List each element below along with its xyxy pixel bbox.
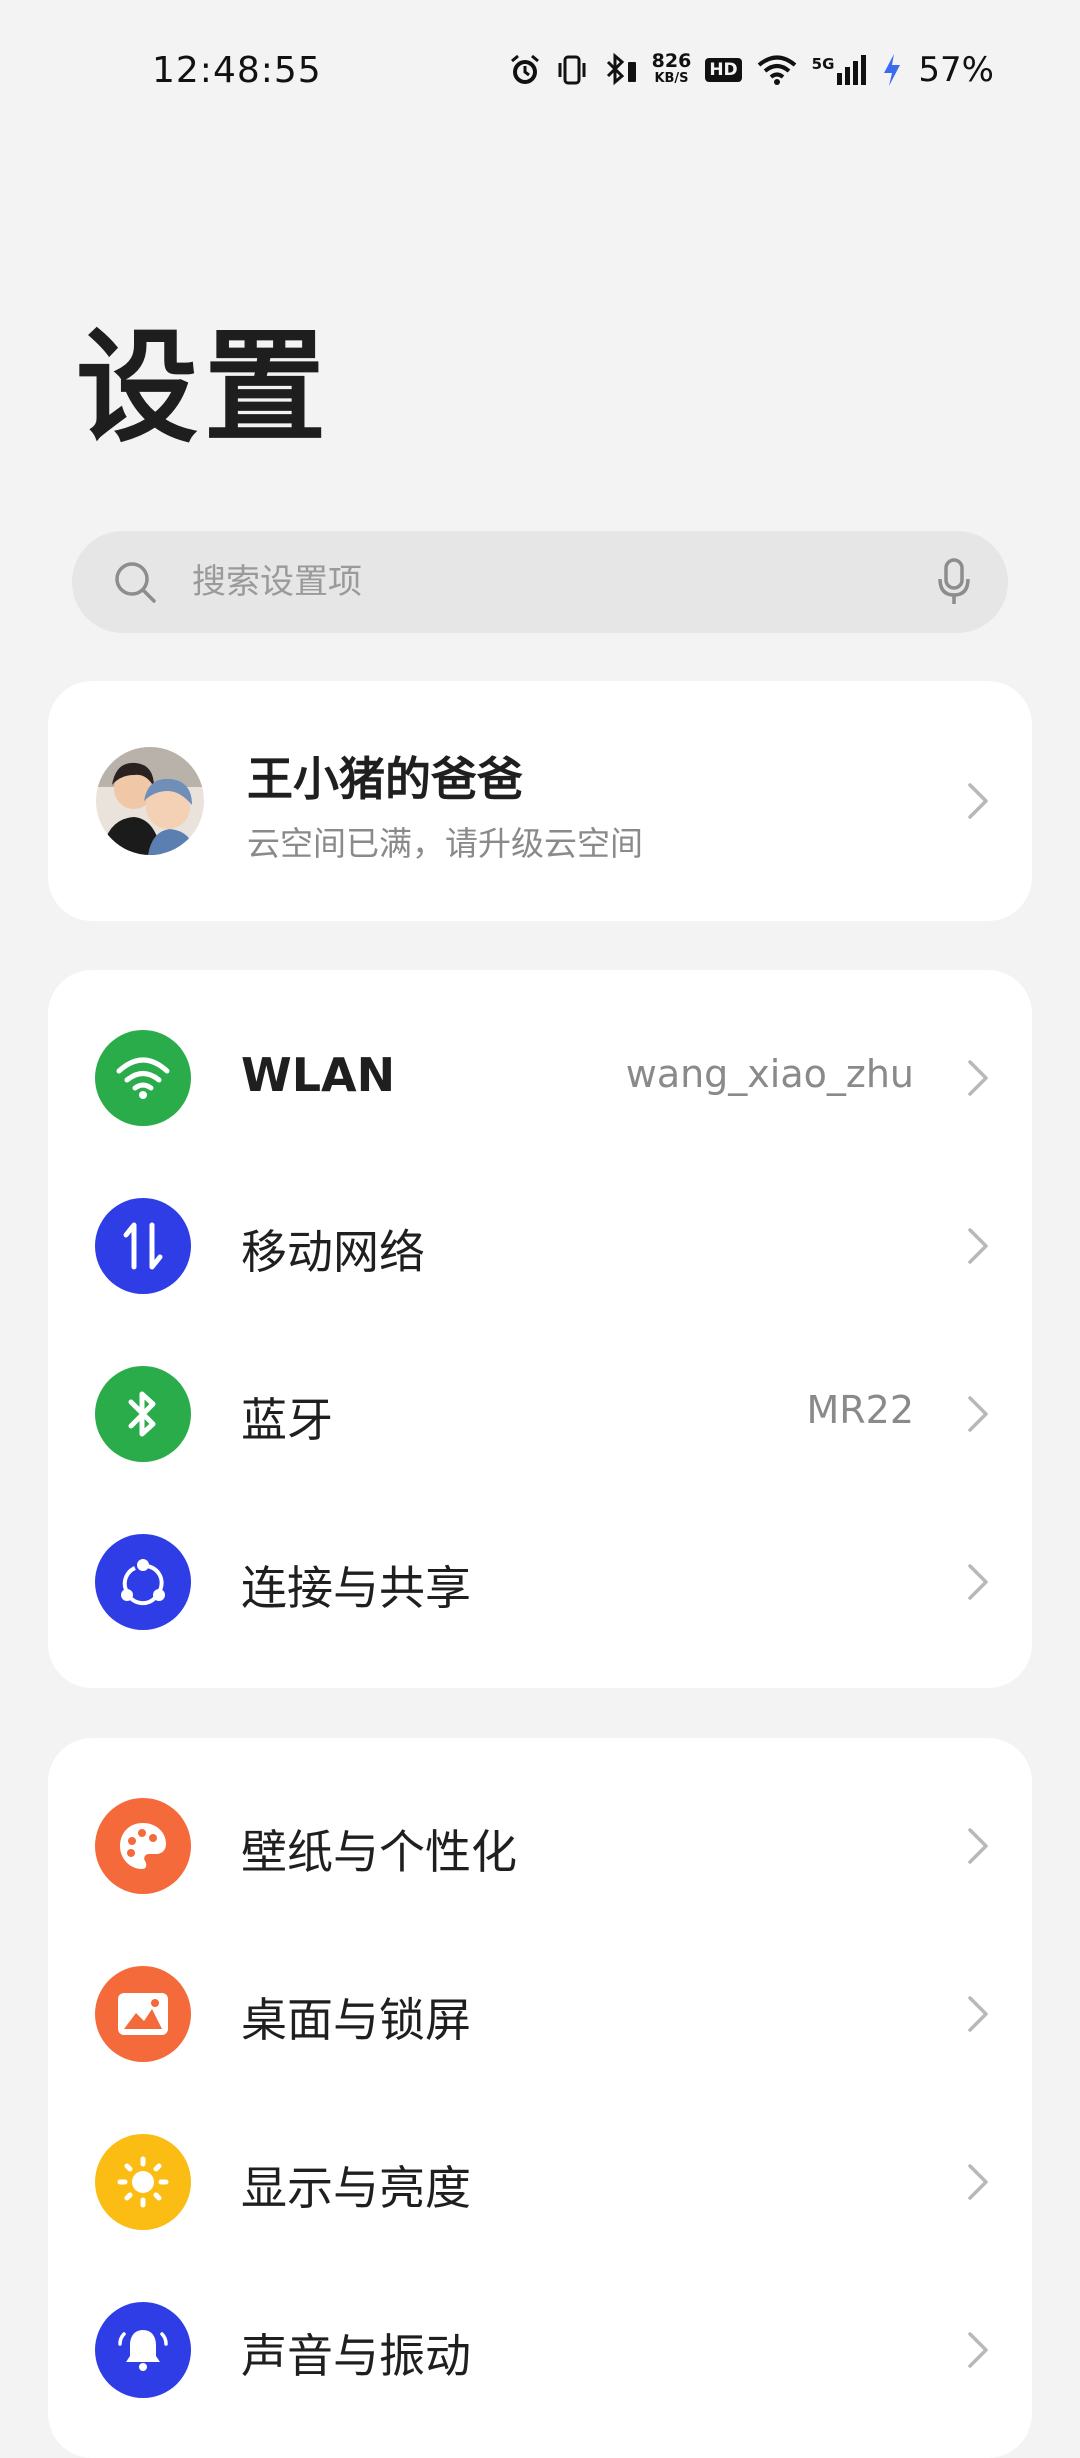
search-icon: [112, 559, 158, 609]
hd-icon: HD: [705, 58, 742, 82]
account-name: 王小猪的爸爸: [247, 752, 523, 806]
share-icon: [95, 1534, 191, 1630]
settings-item-label: 移动网络: [241, 1225, 425, 1279]
chevron-right-icon: [962, 1392, 994, 1436]
settings-item-wlan[interactable]: WLAN wang_xiao_zhu: [48, 994, 1032, 1162]
bluetooth-battery-icon: [602, 52, 638, 88]
settings-item-home-lock-screen[interactable]: 桌面与锁屏: [48, 1930, 1032, 2098]
chevron-right-icon: [962, 1824, 994, 1868]
wifi-icon: [95, 1030, 191, 1126]
account-card[interactable]: 王小猪的爸爸 云空间已满，请升级云空间: [48, 681, 1032, 921]
search-bar[interactable]: [72, 531, 1008, 633]
status-time: 12:48:55: [152, 50, 322, 91]
page-title: 设置: [76, 317, 332, 459]
status-icons: 826 KB/S HD 5G 57%: [508, 46, 994, 94]
bluetooth-device-name: MR22: [806, 1388, 914, 1432]
status-bar: 12:48:55 826 KB/S HD 5G 57%: [0, 0, 1080, 140]
search-input[interactable]: [190, 551, 874, 613]
settings-item-display-brightness[interactable]: 显示与亮度: [48, 2098, 1032, 2266]
mobile-data-icon: [95, 1198, 191, 1294]
settings-item-connection-sharing[interactable]: 连接与共享: [48, 1498, 1032, 1666]
account-subtitle: 云空间已满，请升级云空间: [247, 824, 643, 863]
chevron-right-icon: [962, 1056, 994, 1100]
bluetooth-icon: [95, 1366, 191, 1462]
settings-item-label: 声音与振动: [241, 2329, 471, 2383]
settings-item-label: 连接与共享: [241, 1561, 471, 1615]
hd-badge: HD: [705, 58, 742, 82]
sun-icon: [95, 2134, 191, 2230]
settings-item-mobile-network[interactable]: 移动网络: [48, 1162, 1032, 1330]
settings-item-bluetooth[interactable]: 蓝牙 MR22: [48, 1330, 1032, 1498]
settings-item-label: 桌面与锁屏: [241, 1993, 471, 2047]
settings-item-label: 蓝牙: [241, 1393, 333, 1447]
personalization-settings-group: 壁纸与个性化 桌面与锁屏 显示与亮度 声音与振动: [48, 1738, 1032, 2458]
chevron-right-icon: [962, 1560, 994, 1604]
settings-item-label: 壁纸与个性化: [241, 1825, 517, 1879]
vibrate-icon: [556, 53, 588, 87]
chevron-right-icon: [962, 2328, 994, 2372]
bell-icon: [95, 2302, 191, 2398]
avatar: [96, 747, 204, 855]
chevron-right-icon: [962, 1992, 994, 2036]
battery-percent: 57%: [918, 50, 994, 90]
chevron-right-icon: [962, 779, 994, 823]
chevron-right-icon: [962, 2160, 994, 2204]
settings-item-sound-vibration[interactable]: 声音与振动: [48, 2266, 1032, 2434]
alarm-icon: [508, 53, 542, 87]
settings-item-label: 显示与亮度: [241, 2161, 471, 2215]
palette-icon: [95, 1798, 191, 1894]
settings-item-wallpaper[interactable]: 壁纸与个性化: [48, 1762, 1032, 1930]
wlan-network-name: wang_xiao_zhu: [625, 1052, 914, 1096]
net-speed-unit: KB/S: [654, 71, 689, 86]
picture-icon: [95, 1966, 191, 2062]
microphone-icon[interactable]: [936, 557, 972, 611]
wifi-icon: [756, 54, 798, 86]
net-speed: 826 KB/S: [651, 50, 692, 87]
settings-item-label: WLAN: [241, 1048, 396, 1102]
net-speed-value: 826: [651, 50, 692, 72]
network-type: 5G: [811, 55, 835, 73]
cellular-signal-icon: 5G: [812, 55, 869, 85]
chevron-right-icon: [962, 1224, 994, 1268]
charging-icon: [882, 53, 902, 87]
network-settings-group: WLAN wang_xiao_zhu 移动网络 蓝牙 MR22 连接与共享: [48, 970, 1032, 1688]
